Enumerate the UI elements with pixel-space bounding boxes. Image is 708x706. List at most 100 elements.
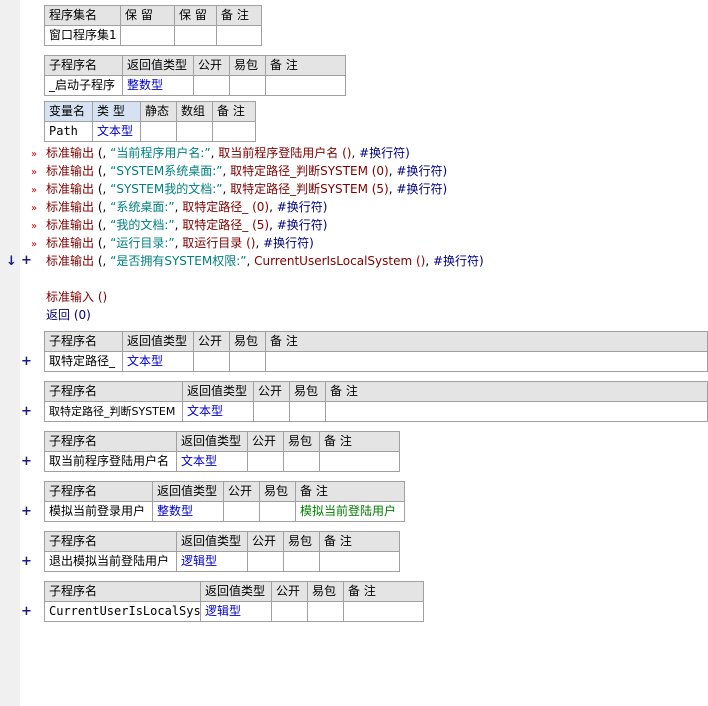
assembly-header-reserved1: 保 留 (120, 5, 175, 26)
code-fn: 标准输出 (46, 182, 95, 196)
code-const: #换行符) (359, 146, 410, 160)
code-string: “当前程序用户名:” (110, 146, 211, 160)
expand-icon[interactable]: + (21, 254, 32, 268)
sub-easypkg-cell[interactable] (289, 401, 326, 422)
sub-easypkg-cell[interactable] (307, 601, 344, 622)
sub-easypkg-cell[interactable] (283, 551, 320, 572)
line-gutter (0, 0, 20, 706)
code-line[interactable]: 标准输出 (, “是否拥有SYSTEM权限:”, CurrentUserIsLo… (46, 252, 484, 270)
sub-name-cell[interactable]: 取特定路径_ (44, 351, 123, 372)
code-fn: 标准输出 (46, 236, 95, 250)
sub-easypkg-cell[interactable] (283, 451, 320, 472)
main-sub-public-cell[interactable] (193, 75, 230, 96)
sub-header-note: 备 注 (319, 531, 400, 552)
code-call: 取特定路径_判断SYSTEM (5) (230, 182, 389, 196)
sub-public-cell[interactable] (271, 601, 308, 622)
sub-return-cell[interactable]: 文本型 (176, 451, 248, 472)
var-note-cell[interactable] (212, 121, 256, 142)
sub-header-name: 子程序名 (44, 481, 153, 502)
sub-header-note: 备 注 (319, 431, 400, 452)
code-line[interactable]: 标准输出 (, “系统桌面:”, 取特定路径_ (0), #换行符) (46, 198, 327, 216)
code-call: 取特定路径_ (0) (182, 200, 270, 214)
var-header-note: 备 注 (212, 101, 256, 122)
code-call: 取当前程序登陆用户名 () (218, 146, 352, 160)
code-input-line[interactable]: 标准输入 () (46, 288, 107, 306)
assembly-header-name: 程序集名 (44, 5, 121, 26)
assembly-reserved2-cell[interactable] (174, 25, 217, 46)
run-marker-icon: » (31, 203, 38, 214)
code-line[interactable]: 标准输出 (, “运行目录:”, 取运行目录 (), #换行符) (46, 234, 314, 252)
sub-note-cell[interactable]: 模拟当前登陆用户 (295, 501, 405, 522)
assembly-reserved1-cell[interactable] (120, 25, 175, 46)
sub-return-cell[interactable]: 文本型 (122, 351, 194, 372)
sub-name-cell[interactable]: CurrentUserIsLocalSystem (44, 601, 201, 622)
main-sub-header-name: 子程序名 (44, 55, 123, 76)
sub-note-cell[interactable] (319, 551, 400, 572)
var-type-cell[interactable]: 文本型 (92, 121, 141, 142)
code-line[interactable]: 标准输出 (, “SYSTEM我的文档:”, 取特定路径_判断SYSTEM (5… (46, 180, 447, 198)
code-call: 取特定路径_判断SYSTEM (0) (230, 164, 389, 178)
var-array-cell[interactable] (176, 121, 213, 142)
sub-easypkg-cell[interactable] (259, 501, 296, 522)
sub-table: 子程序名 返回值类型 公开 易包 备 注 取当前程序登陆用户名 文本型 (44, 431, 400, 472)
code-fn: 标准输出 (46, 146, 95, 160)
code-fn: 标准输出 (46, 200, 95, 214)
run-marker-icon: » (31, 239, 38, 250)
code-string: “SYSTEM我的文档:” (110, 182, 223, 196)
sub-name-cell[interactable]: 取当前程序登陆用户名 (44, 451, 177, 472)
sub-public-cell[interactable] (247, 451, 284, 472)
main-sub-return-cell[interactable]: 整数型 (122, 75, 194, 96)
main-sub-name-cell[interactable]: _启动子程序 (44, 75, 123, 96)
sub-public-cell[interactable] (253, 401, 290, 422)
sub-table: 子程序名 返回值类型 公开 易包 备 注 退出模拟当前登陆用户 逻辑型 (44, 531, 400, 572)
main-sub-easypkg-cell[interactable] (229, 75, 266, 96)
sub-note-cell[interactable] (325, 401, 708, 422)
code-return-line[interactable]: 返回 (0) (46, 306, 91, 324)
sub-header-name: 子程序名 (44, 381, 183, 402)
expand-icon[interactable]: + (21, 555, 32, 569)
assembly-table: 程序集名 保 留 保 留 备 注 窗口程序集1 (44, 5, 262, 46)
var-static-cell[interactable] (140, 121, 177, 142)
sub-header-public: 公开 (223, 481, 260, 502)
code-const: #换行符) (263, 236, 314, 250)
sub-return-cell[interactable]: 整数型 (152, 501, 224, 522)
sub-header-return: 返回值类型 (122, 331, 194, 352)
sub-header-public: 公开 (193, 331, 230, 352)
var-header-static: 静态 (140, 101, 177, 122)
sub-public-cell[interactable] (247, 551, 284, 572)
sub-easypkg-cell[interactable] (229, 351, 266, 372)
code-string: “运行目录:” (110, 236, 175, 250)
var-name-cell[interactable]: Path (44, 121, 93, 142)
sub-name-cell[interactable]: 退出模拟当前登陆用户 (44, 551, 177, 572)
code-fn: 标准输出 (46, 254, 95, 268)
expand-icon[interactable]: + (21, 355, 32, 369)
expand-icon[interactable]: + (21, 455, 32, 469)
expand-icon[interactable]: + (21, 605, 32, 619)
sub-note-cell[interactable] (343, 601, 424, 622)
sub-note-cell[interactable] (319, 451, 400, 472)
main-sub-note-cell[interactable] (265, 75, 346, 96)
sub-header-note: 备 注 (265, 331, 708, 352)
assembly-note-cell[interactable] (216, 25, 262, 46)
main-sub-table: 子程序名 返回值类型 公开 易包 备 注 _启动子程序 整数型 (44, 55, 346, 96)
sub-return-cell[interactable]: 文本型 (182, 401, 254, 422)
sub-name-cell[interactable]: 模拟当前登录用户 (44, 501, 153, 522)
code-line[interactable]: 标准输出 (, “当前程序用户名:”, 取当前程序登陆用户名 (), #换行符) (46, 144, 410, 162)
sub-table: 子程序名 返回值类型 公开 易包 备 注 取特定路径_判断SYSTEM 文本型 (44, 381, 708, 422)
sub-public-cell[interactable] (223, 501, 260, 522)
run-marker-icon: » (31, 149, 38, 160)
sub-name-cell[interactable]: 取特定路径_判断SYSTEM (44, 401, 183, 422)
sub-header-easypkg: 易包 (307, 581, 344, 602)
sub-return-cell[interactable]: 逻辑型 (176, 551, 248, 572)
sub-return-cell[interactable]: 逻辑型 (200, 601, 272, 622)
sub-public-cell[interactable] (193, 351, 230, 372)
assembly-name-cell[interactable]: 窗口程序集1 (44, 25, 121, 46)
code-fn: 标准输出 (46, 164, 95, 178)
sub-note-cell[interactable] (265, 351, 708, 372)
code-line[interactable]: 标准输出 (, “SYSTEM系统桌面:”, 取特定路径_判断SYSTEM (0… (46, 162, 447, 180)
code-line[interactable]: 标准输出 (, “我的文档:”, 取特定路径_ (5), #换行符) (46, 216, 327, 234)
sub-header-public: 公开 (271, 581, 308, 602)
sub-table: 子程序名 返回值类型 公开 易包 备 注 CurrentUserIsLocalS… (44, 581, 424, 622)
expand-icon[interactable]: + (21, 505, 32, 519)
expand-icon[interactable]: + (21, 405, 32, 419)
